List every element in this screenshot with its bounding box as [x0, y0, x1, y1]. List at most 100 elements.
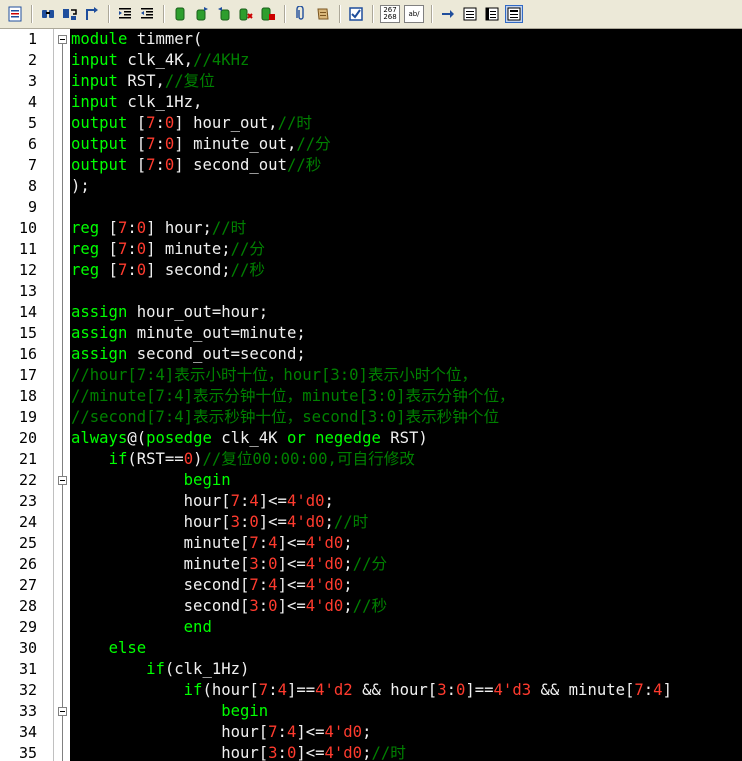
code-token: ] minute; — [146, 240, 231, 258]
paperclip-icon[interactable] — [292, 5, 310, 23]
lines-c-icon[interactable] — [505, 5, 523, 23]
number-token: 3 — [437, 681, 447, 699]
numbers-icon[interactable]: 267 268 — [380, 5, 400, 23]
bookmark-prev-icon[interactable] — [215, 5, 233, 23]
fold-toggle-icon[interactable] — [58, 476, 67, 485]
bookmark-icon[interactable] — [171, 5, 189, 23]
lines-a-icon[interactable] — [461, 5, 479, 23]
code-line[interactable]: output [7:0] hour_out,//时 — [71, 113, 312, 134]
code-line[interactable]: else — [71, 638, 147, 659]
abc-icon[interactable]: ab/ — [404, 5, 424, 23]
code-line[interactable]: input clk_4K,//4KHz — [71, 50, 249, 71]
line-number: 27 — [18, 576, 37, 594]
indent-icon[interactable] — [116, 5, 134, 23]
toolbar-separator — [284, 5, 286, 23]
code-line[interactable]: begin — [71, 470, 231, 491]
keyword-token: reg — [71, 240, 100, 258]
find-icon[interactable] — [39, 5, 57, 23]
number-token: 4'd0 — [305, 534, 344, 552]
fold-toggle-icon[interactable] — [58, 707, 67, 716]
code-line[interactable]: minute[3:0]<=4'd0;//分 — [71, 554, 387, 575]
code-line[interactable]: if(clk_1Hz) — [71, 659, 249, 680]
code-area[interactable]: module timmer(input clk_4K,//4KHz input R… — [71, 29, 742, 761]
code-line[interactable]: begin — [71, 701, 268, 722]
line-number: 9 — [27, 198, 37, 216]
code-token: ]== — [465, 681, 494, 699]
code-token: minute_out=minute; — [127, 324, 306, 342]
code-line[interactable]: hour[3:0]<=4'd0;//时 — [71, 743, 406, 761]
toolbar-button-label: ab/ — [408, 9, 420, 18]
code-line[interactable]: end — [71, 617, 212, 638]
bookmark-clear-icon[interactable] — [259, 5, 277, 23]
line-number: 31 — [18, 660, 37, 678]
code-line[interactable]: output [7:0] minute_out,//分 — [71, 134, 331, 155]
code-line[interactable]: input RST,//复位 — [71, 71, 215, 92]
bookmark-toggle-icon[interactable] — [237, 5, 255, 23]
keyword-token: assign — [71, 303, 128, 321]
code-line[interactable]: hour[3:0]<=4'd0;//时 — [71, 512, 369, 533]
code-line[interactable]: output [7:0] second_out//秒 — [71, 155, 321, 176]
toolbar-separator — [31, 5, 33, 23]
arrow-right-icon[interactable] — [439, 5, 457, 23]
code-line[interactable]: second[3:0]<=4'd0;//秒 — [71, 596, 387, 617]
replace-icon[interactable] — [61, 5, 79, 23]
code-line[interactable]: if(RST==0)//复位00:00:00,可自行修改 — [71, 449, 415, 470]
code-line[interactable]: assign minute_out=minute; — [71, 323, 306, 344]
keyword-token: module — [71, 30, 128, 48]
code-line[interactable]: if(hour[7:4]==4'd2 && hour[3:0]==4'd3 &&… — [71, 680, 672, 701]
code-line[interactable]: //second[7:4]表示秒钟十位，second[3:0]表示秒钟个位 — [71, 407, 499, 428]
scroll-icon[interactable] — [314, 5, 332, 23]
line-number: 11 — [18, 240, 37, 258]
document-list-icon[interactable] — [6, 5, 24, 23]
code-token: && hour[ — [352, 681, 438, 699]
comment-token: //4KHz — [193, 51, 250, 69]
code-line[interactable]: hour[7:4]<=4'd0; — [71, 491, 334, 512]
comment-token: //分 — [230, 240, 265, 258]
line-number-gutter: 1 2 3 4 5 6 7 8 9 10 11 12 13 14 15 16 17 18 19 20 21 22 23 24 2… — [0, 29, 54, 761]
code-token: : — [240, 492, 250, 510]
code-token: : — [643, 681, 654, 699]
code-line[interactable]: reg [7:0] minute;//分 — [71, 239, 265, 260]
goto-icon[interactable] — [83, 5, 101, 23]
code-token: ]<= — [296, 744, 325, 761]
code-token: ] second_out — [174, 156, 287, 174]
bookmark-next-icon[interactable] — [193, 5, 211, 23]
unindent-icon[interactable] — [138, 5, 156, 23]
code-token: (hour[ — [202, 681, 259, 699]
code-line[interactable]: second[7:4]<=4'd0; — [71, 575, 353, 596]
code-line[interactable]: //hour[7:4]表示小时十位，hour[3:0]表示小时个位， — [71, 365, 477, 386]
number-token: 4'd0 — [324, 723, 363, 741]
line-number: 13 — [18, 282, 37, 300]
toolbar-button-label: 267 268 — [383, 6, 397, 21]
code-token: ] minute_out, — [174, 135, 297, 153]
code-line[interactable]: always@(posedge clk_4K or negedge RST) — [71, 428, 428, 449]
code-token: ; — [343, 576, 353, 594]
number-token: 0 — [164, 135, 175, 153]
code-line[interactable]: reg [7:0] hour;//时 — [71, 218, 246, 239]
code-line[interactable]: minute[7:4]<=4'd0; — [71, 533, 353, 554]
code-line[interactable]: ); — [71, 176, 90, 197]
code-line[interactable]: reg [7:0] second;//秒 — [71, 260, 265, 281]
spellcheck-icon[interactable] — [347, 5, 365, 23]
code-token: second_out=second; — [127, 345, 306, 363]
line-number: 7 — [27, 156, 37, 174]
code-line[interactable]: assign second_out=second; — [71, 344, 306, 365]
code-line[interactable]: module timmer( — [71, 29, 202, 50]
code-line[interactable]: //minute[7:4]表示分钟十位，minute[3:0]表示分钟个位， — [71, 386, 515, 407]
toolbar-separator — [372, 5, 374, 23]
lines-b-icon[interactable] — [483, 5, 501, 23]
number-token: 7 — [268, 723, 278, 741]
comment-token: //时 — [371, 744, 406, 761]
number-token: 7 — [249, 576, 259, 594]
comment-token: //复位00:00:00,可自行修改 — [202, 450, 415, 468]
keyword-token: begin — [183, 471, 231, 489]
code-line[interactable]: input clk_1Hz, — [71, 92, 202, 113]
number-token: 4'd0 — [286, 513, 325, 531]
code-line[interactable]: hour[7:4]<=4'd0; — [71, 722, 371, 743]
code-line[interactable]: assign hour_out=hour; — [71, 302, 268, 323]
code-token: [ — [99, 219, 118, 237]
fold-toggle-icon[interactable] — [58, 35, 67, 44]
